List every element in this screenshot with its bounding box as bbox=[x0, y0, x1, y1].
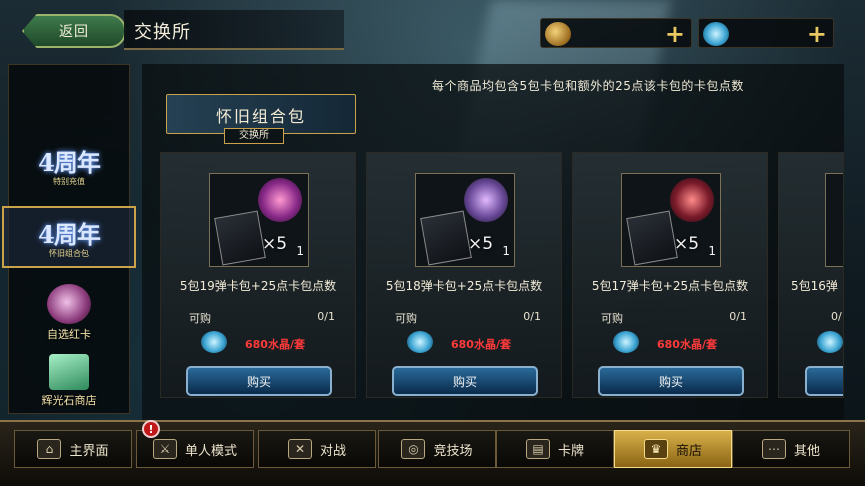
item-count: 1 bbox=[296, 244, 304, 258]
crystal-resource: + bbox=[698, 18, 834, 48]
crystal-icon bbox=[201, 331, 227, 353]
crystal-icon bbox=[703, 22, 729, 46]
tab-cards[interactable]: ▤ 卡牌 bbox=[496, 430, 614, 468]
shop-item-card: ×5 1 5包17弹卡包+25点卡包点数 可购 0/1 680水晶/套 购买 bbox=[572, 152, 768, 398]
tab-label: 对战 bbox=[319, 443, 346, 459]
item-count: 1 bbox=[502, 244, 510, 258]
item-multiplier: ×5 bbox=[468, 234, 494, 254]
tab-label: 主界面 bbox=[69, 443, 109, 459]
availability-label: 可购 bbox=[189, 312, 211, 325]
glowstone-icon bbox=[49, 354, 89, 390]
buy-button[interactable] bbox=[805, 366, 843, 396]
sidebar-item-subtitle: 特别充值 bbox=[53, 177, 85, 186]
sidebar-item-nostalgia-pack[interactable]: 4周年 怀旧组合包 bbox=[2, 206, 136, 268]
back-button[interactable]: 返回 bbox=[22, 14, 126, 48]
card-pack-icon bbox=[420, 210, 472, 266]
purchase-limit: 0/1 bbox=[317, 310, 335, 323]
sidebar-item-red-card-select[interactable]: 自选红卡 bbox=[4, 282, 134, 344]
shop-item-card: ×5 1 5包18弹卡包+25点卡包点数 可购 0/1 680水晶/套 购买 bbox=[366, 152, 562, 398]
item-thumbnail bbox=[825, 173, 843, 267]
page-title: 交换所 bbox=[134, 22, 191, 43]
buy-button[interactable]: 购买 bbox=[186, 366, 332, 396]
alert-badge: ! bbox=[142, 420, 160, 438]
item-count: 1 bbox=[708, 244, 716, 258]
buy-label: 购买 bbox=[452, 374, 477, 389]
shop-item-card: ×5 1 5包19弹卡包+25点卡包点数 可购 0/1 680水晶/套 购买 bbox=[160, 152, 356, 398]
notice-text: 每个商品均包含5包卡包和额外的25点该卡包的卡包点数 bbox=[432, 79, 744, 93]
tab-label: 商店 bbox=[675, 443, 702, 459]
item-description: 5包16弹 bbox=[791, 279, 838, 293]
item-multiplier: ×5 bbox=[262, 234, 288, 254]
buy-label: 购买 bbox=[246, 374, 271, 389]
crystal-icon bbox=[817, 331, 843, 353]
sidebar-item-subtitle: 怀旧组合包 bbox=[49, 249, 89, 258]
card-pack-icon bbox=[214, 210, 266, 266]
page-title-bar: 交换所 bbox=[124, 10, 344, 50]
add-crystal-button[interactable]: + bbox=[807, 21, 827, 47]
tab-shop[interactable]: ♛ 商店 bbox=[614, 430, 732, 468]
tab-label: 其他 bbox=[793, 443, 820, 459]
tab-label: 单人模式 bbox=[184, 443, 237, 459]
sidebar-item-label: 自选红卡 bbox=[47, 328, 91, 341]
cards-icon: ▤ bbox=[525, 439, 550, 459]
solo-icon: ⚔ bbox=[152, 439, 177, 459]
sidebar-item-title: 4周年 bbox=[38, 220, 101, 249]
card-pack-icon bbox=[626, 210, 678, 266]
card-emblem-icon bbox=[258, 178, 302, 222]
card-emblem-icon bbox=[464, 178, 508, 222]
shop-item-card: 5包16弹 0/1 bbox=[778, 152, 844, 398]
pack-tag: 交换所 bbox=[224, 128, 284, 144]
item-thumbnail: ×5 1 bbox=[621, 173, 721, 267]
shop-icon: ♛ bbox=[643, 439, 668, 459]
availability-label: 可购 bbox=[601, 312, 623, 325]
item-price: 680水晶/套 bbox=[245, 338, 305, 351]
item-price: 680水晶/套 bbox=[451, 338, 511, 351]
tab-battle[interactable]: ✕ 对战 bbox=[258, 430, 376, 468]
purchase-limit: 0/1 bbox=[729, 310, 747, 323]
gold-resource: + bbox=[540, 18, 692, 48]
sidebar-item-glowstone-shop[interactable]: 辉光石商店 bbox=[4, 350, 134, 412]
add-gold-button[interactable]: + bbox=[665, 21, 685, 47]
sidebar-item-label: 辉光石商店 bbox=[41, 394, 97, 407]
crossed-swords-icon: ✕ bbox=[287, 439, 312, 459]
buy-button[interactable]: 购买 bbox=[392, 366, 538, 396]
other-icon: ⋯ bbox=[761, 439, 786, 459]
tab-label: 竞技场 bbox=[433, 443, 473, 459]
tab-other[interactable]: ⋯ 其他 bbox=[732, 430, 850, 468]
availability-label: 可购 bbox=[395, 312, 417, 325]
crystal-icon bbox=[613, 331, 639, 353]
tab-arena[interactable]: ◎ 竞技场 bbox=[378, 430, 496, 468]
buy-label: 购买 bbox=[658, 374, 683, 389]
item-multiplier: ×5 bbox=[674, 234, 700, 254]
card-emblem-icon bbox=[670, 178, 714, 222]
sidebar-item-title: 4周年 bbox=[38, 148, 101, 177]
purchase-limit: 0/1 bbox=[831, 310, 843, 323]
item-description: 5包17弹卡包+25点卡包点数 bbox=[591, 279, 749, 293]
item-description: 5包18弹卡包+25点卡包点数 bbox=[385, 279, 543, 293]
tab-home[interactable]: ⌂ 主界面 bbox=[14, 430, 132, 468]
red-card-orb-icon bbox=[47, 284, 91, 324]
back-label: 返回 bbox=[59, 24, 89, 40]
arena-icon: ◎ bbox=[401, 439, 426, 459]
purchase-limit: 0/1 bbox=[523, 310, 541, 323]
crystal-icon bbox=[407, 331, 433, 353]
sidebar-item-anniversary-recharge[interactable]: 4周年 特别充值 bbox=[4, 134, 134, 196]
pack-title: 怀旧组合包 bbox=[215, 107, 306, 126]
gold-coin-icon bbox=[545, 22, 571, 46]
item-description: 5包19弹卡包+25点卡包点数 bbox=[179, 279, 337, 293]
tab-label: 卡牌 bbox=[557, 443, 584, 459]
buy-button[interactable]: 购买 bbox=[598, 366, 744, 396]
home-icon: ⌂ bbox=[37, 439, 62, 459]
item-price: 680水晶/套 bbox=[657, 338, 717, 351]
item-thumbnail: ×5 1 bbox=[209, 173, 309, 267]
item-thumbnail: ×5 1 bbox=[415, 173, 515, 267]
